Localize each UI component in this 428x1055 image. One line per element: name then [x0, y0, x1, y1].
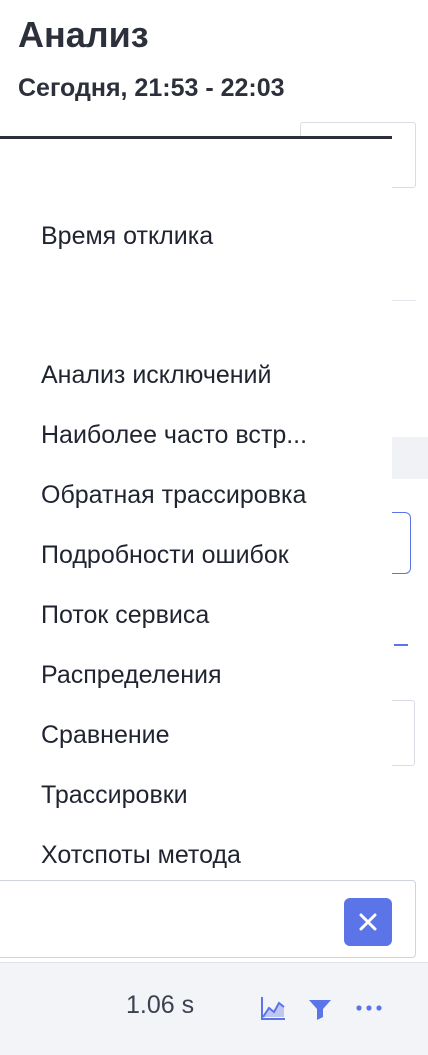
menu-item-traces[interactable]: Трассировки — [41, 780, 188, 810]
close-button[interactable] — [344, 898, 392, 946]
menu-item-error-details[interactable]: Подробности ошибок — [41, 540, 289, 570]
menu-item-exception-analysis[interactable]: Анализ исключений — [41, 360, 271, 390]
response-time-value: 1.06 s — [126, 991, 195, 1019]
menu-item-response-time[interactable]: Время отклика — [41, 221, 213, 251]
background-link-underline — [394, 644, 408, 646]
area-chart-icon[interactable] — [258, 993, 288, 1023]
menu-item-service-flow[interactable]: Поток сервиса — [41, 600, 209, 630]
more-icon[interactable] — [354, 993, 384, 1023]
analysis-type-dropdown: Время отклика Анализ исключений Наиболее… — [0, 136, 392, 878]
menu-item-method-hotspots[interactable]: Хотспоты метода — [41, 840, 241, 870]
menu-item-backtrace[interactable]: Обратная трассировка — [41, 480, 306, 510]
close-icon — [359, 913, 377, 931]
filter-icon[interactable] — [305, 993, 335, 1023]
background-divider — [392, 300, 416, 301]
menu-item-most-frequent[interactable]: Наиболее часто встр... — [41, 420, 307, 450]
page-title: Анализ — [18, 14, 149, 55]
menu-item-comparison[interactable]: Сравнение — [41, 720, 170, 750]
background-row — [388, 437, 428, 479]
time-range[interactable]: Сегодня, 21:53 - 22:03 — [18, 74, 285, 103]
footer-bar: 1.06 s — [0, 962, 428, 1055]
menu-item-distributions[interactable]: Распределения — [41, 660, 222, 690]
dropdown-top-border — [0, 136, 392, 139]
